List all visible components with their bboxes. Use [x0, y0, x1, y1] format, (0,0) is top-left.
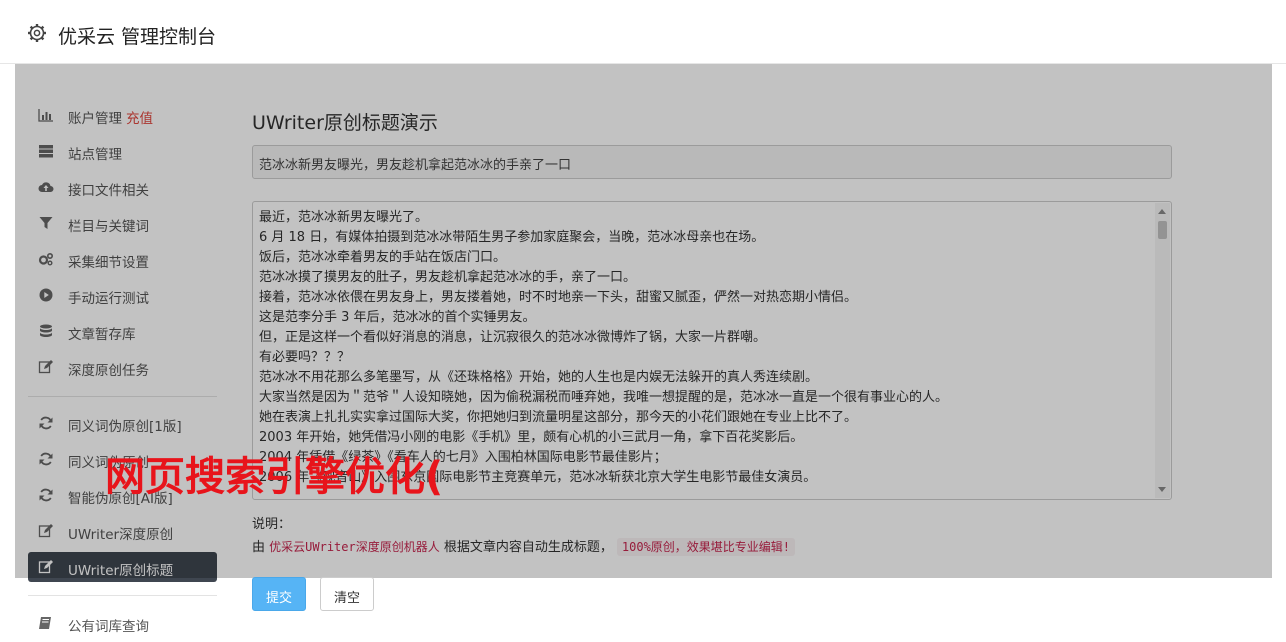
- book-icon: [39, 617, 51, 629]
- sidebar-item-label: 公有词库查询: [68, 619, 149, 635]
- submit-button[interactable]: 提交: [252, 577, 306, 611]
- watermark-text: 网页搜索引擎优化(: [105, 454, 444, 500]
- app-title: 优采云 管理控制台: [58, 26, 217, 48]
- gear-icon: [28, 24, 46, 42]
- sidebar-divider: [28, 595, 217, 596]
- clear-button[interactable]: 清空: [320, 577, 374, 611]
- sidebar-item-public-dictionary[interactable]: 公有词库查询: [28, 608, 217, 638]
- top-bar: 优采云 管理控制台: [0, 0, 1286, 64]
